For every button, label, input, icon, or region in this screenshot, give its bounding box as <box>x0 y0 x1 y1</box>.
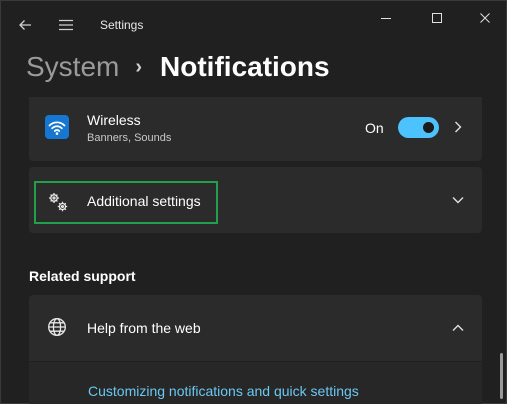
wireless-title: Wireless <box>87 112 141 128</box>
navigation-menu-button[interactable] <box>54 13 78 37</box>
toggle-state-label: On <box>365 120 384 136</box>
back-button[interactable] <box>13 13 37 37</box>
chevron-down-icon[interactable] <box>450 193 466 207</box>
help-from-web-label: Help from the web <box>87 320 201 336</box>
minimize-icon <box>381 18 391 19</box>
back-arrow-icon <box>19 20 31 30</box>
page-title: Notifications <box>160 51 330 82</box>
wireless-toggle[interactable] <box>398 117 439 138</box>
settings-window: Settings System › Notifications Wireless… <box>0 0 507 404</box>
hamburger-icon <box>59 19 73 31</box>
chevron-up-icon[interactable] <box>450 321 466 335</box>
wifi-icon <box>45 115 69 139</box>
maximize-button[interactable] <box>414 1 460 35</box>
toggle-knob <box>423 122 434 133</box>
minimize-button[interactable] <box>363 1 409 35</box>
breadcrumb-parent[interactable]: System <box>26 51 119 83</box>
close-button[interactable] <box>462 1 507 35</box>
chevron-right-icon[interactable] <box>451 118 465 136</box>
wireless-subtitle: Banners, Sounds <box>87 132 172 144</box>
window-title: Settings <box>100 18 144 32</box>
breadcrumb-separator: › <box>135 55 143 78</box>
gears-icon <box>49 193 68 212</box>
close-icon <box>480 13 490 23</box>
related-support-heading: Related support <box>29 268 136 284</box>
scrollbar-thumb[interactable] <box>500 353 503 399</box>
help-link[interactable]: Customizing notifications and quick sett… <box>88 383 359 399</box>
globe-icon <box>48 318 66 336</box>
maximize-icon <box>432 13 442 23</box>
breadcrumb: System › Notifications <box>26 47 330 87</box>
title-bar: Settings <box>1 1 506 49</box>
additional-settings-label: Additional settings <box>87 193 201 209</box>
